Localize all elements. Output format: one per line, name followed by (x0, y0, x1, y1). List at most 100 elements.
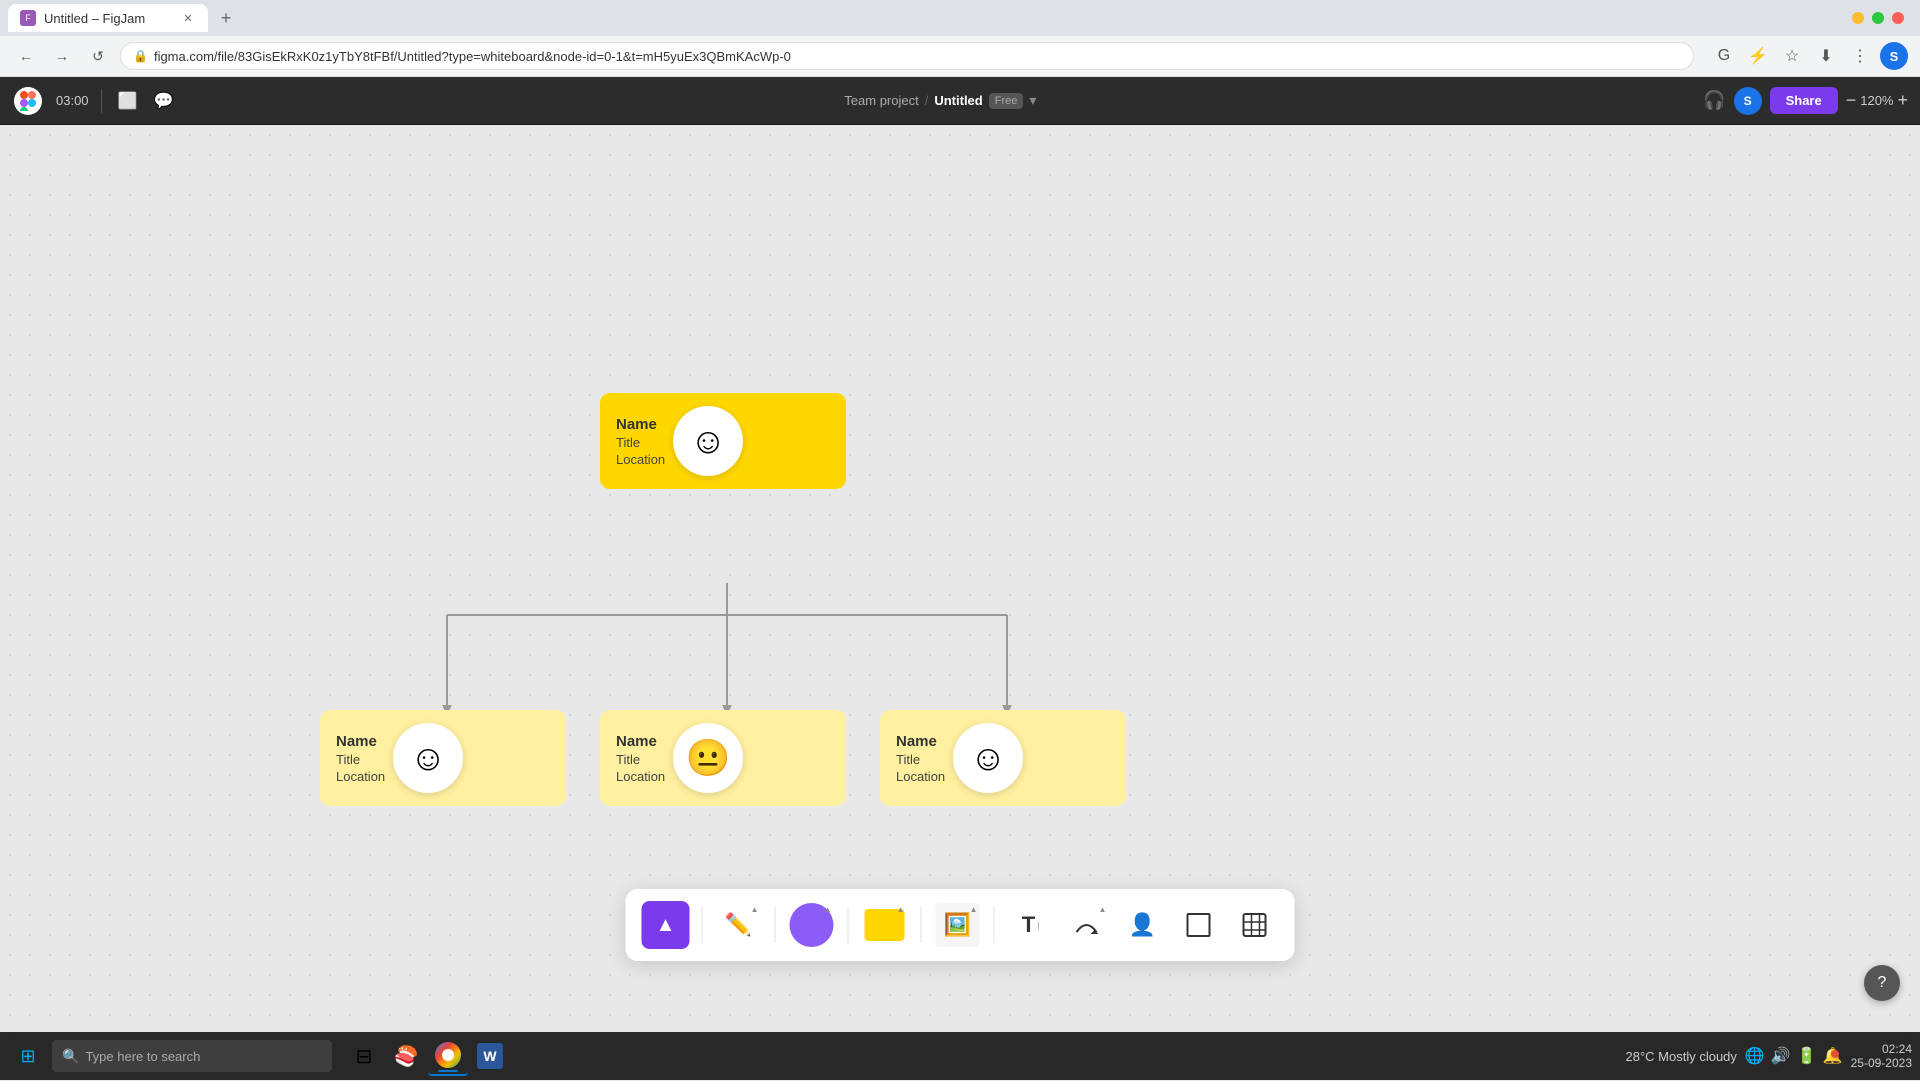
canvas-icon[interactable]: ⬜ (114, 87, 142, 115)
profile-avatar[interactable]: S (1880, 42, 1908, 70)
zoom-control[interactable]: − 120% + (1846, 90, 1908, 111)
taskbar-search-icon: 🔍 (62, 1048, 79, 1065)
taskbar-item-word[interactable]: W (470, 1036, 510, 1076)
notification-icon[interactable]: 🔔 (1823, 1046, 1843, 1066)
table-icon (1242, 912, 1268, 938)
org-card-left-text: Name Title Location (336, 733, 385, 784)
root-location: Location (616, 452, 665, 467)
select-tool[interactable]: ▲ (642, 901, 690, 949)
taskbar-right: 28°C Mostly cloudy 🌐 🔊 🔋 🔔 02:24 25-09-2… (1626, 1042, 1913, 1070)
connector-tool[interactable]: ▲ (1063, 901, 1111, 949)
circle-shape-tool[interactable]: ▲ (788, 901, 836, 949)
share-button[interactable]: Share (1770, 87, 1838, 114)
right-smiley-icon: ☺ (970, 737, 1007, 779)
root-title: Title (616, 435, 665, 450)
bookmark-icon[interactable]: ☆ (1778, 42, 1806, 70)
volume-icon[interactable]: 🔊 (1771, 1046, 1791, 1066)
taskbar-item-sushi[interactable]: 🍣 (386, 1036, 426, 1076)
url-text: figma.com/file/83GisEkRxK0z1yTbY8tFBf/Un… (154, 49, 1681, 64)
taskbar-time-display: 02:24 (1882, 1042, 1912, 1056)
task-view-icon: ⊟ (356, 1044, 373, 1069)
circle-expand-icon: ▲ (824, 905, 832, 914)
pen-tool[interactable]: ✏️ ▲ (715, 901, 763, 949)
figma-logo-image (14, 87, 42, 115)
middle-smiley-icon: 😐 (686, 737, 731, 779)
root-smiley-icon: ☺ (690, 420, 727, 462)
frame-icon (1187, 913, 1211, 937)
start-button[interactable]: ⊞ (8, 1036, 48, 1076)
text-tool[interactable]: T | (1007, 901, 1055, 949)
toolbar-divider-2 (775, 907, 776, 943)
frame-tool[interactable] (1175, 901, 1223, 949)
active-tab[interactable]: F Untitled – FigJam ✕ (8, 4, 208, 32)
zoom-level: 120% (1860, 93, 1893, 108)
reload-button[interactable]: ↺ (84, 42, 112, 70)
breadcrumb-file[interactable]: Untitled (934, 93, 982, 108)
chat-icon[interactable]: 💬 (150, 87, 178, 115)
tab-title: Untitled – FigJam (44, 11, 145, 26)
left-title: Title (336, 752, 385, 767)
close-window-button[interactable] (1892, 12, 1904, 24)
tab-close-button[interactable]: ✕ (180, 10, 196, 26)
google-icon[interactable]: G (1710, 42, 1738, 70)
org-card-child-left[interactable]: Name Title Location ☺ (320, 710, 566, 806)
taskbar-search-placeholder: Type here to search (85, 1049, 200, 1064)
extensions-icon[interactable]: ⚡ (1744, 42, 1772, 70)
taskbar-item-chrome[interactable] (428, 1036, 468, 1076)
sticker-tool[interactable]: 🖼️ ▲ (934, 901, 982, 949)
battery-icon[interactable]: 🔋 (1797, 1046, 1817, 1066)
timer-display: 03:00 (56, 93, 89, 108)
root-avatar: ☺ (673, 406, 743, 476)
taskbar-pinned-items: ⊟ 🍣 W (344, 1036, 510, 1076)
toolbar-divider-4 (921, 907, 922, 943)
windows-logo-icon: ⊞ (20, 1046, 35, 1067)
zoom-minus-icon[interactable]: − (1846, 90, 1857, 111)
help-button[interactable]: ? (1864, 965, 1900, 1001)
table-tool[interactable] (1231, 901, 1279, 949)
network-icon[interactable]: 🌐 (1745, 1046, 1765, 1066)
weather-text: 28°C Mostly cloudy (1626, 1049, 1737, 1064)
right-avatar: ☺ (953, 723, 1023, 793)
org-card-root-text: Name Title Location (616, 416, 665, 467)
toolbar-divider-1 (702, 907, 703, 943)
active-indicator (438, 1070, 458, 1072)
tab-bar: F Untitled – FigJam ✕ + (0, 0, 1920, 36)
maximize-button[interactable] (1872, 12, 1884, 24)
user-avatar[interactable]: S (1734, 87, 1762, 115)
person-tool[interactable]: 👤 (1119, 901, 1167, 949)
toolbar-divider-5 (994, 907, 995, 943)
taskbar-search-box[interactable]: 🔍 Type here to search (52, 1040, 332, 1072)
word-icon: W (477, 1043, 503, 1069)
taskbar-datetime: 02:24 25-09-2023 (1851, 1042, 1912, 1070)
figma-canvas[interactable]: Name Title Location ☺ Name Title Locatio… (0, 125, 1920, 1081)
rect-expand-icon: ▲ (897, 905, 905, 914)
breadcrumb-project[interactable]: Team project (844, 93, 918, 108)
figma-logo[interactable] (12, 85, 44, 117)
window-controls (1852, 12, 1912, 24)
download-icon[interactable]: ⬇ (1812, 42, 1840, 70)
dropdown-arrow-icon[interactable]: ▾ (1029, 92, 1036, 109)
middle-title: Title (616, 752, 665, 767)
sushi-icon: 🍣 (394, 1044, 419, 1069)
minimize-button[interactable] (1852, 12, 1864, 24)
rect-shape-tool[interactable]: ▲ (861, 901, 909, 949)
org-card-middle-text: Name Title Location (616, 733, 665, 784)
headphones-icon[interactable]: 🎧 (1703, 90, 1725, 111)
forward-button[interactable]: → (48, 42, 76, 70)
org-card-root[interactable]: Name Title Location ☺ (600, 393, 846, 489)
url-bar[interactable]: 🔒 figma.com/file/83GisEkRxK0z1yTbY8tFBf/… (120, 42, 1694, 70)
middle-name: Name (616, 733, 665, 750)
lock-icon: 🔒 (133, 49, 148, 63)
left-name: Name (336, 733, 385, 750)
toolbar-center: Team project / Untitled Free ▾ (186, 92, 1696, 109)
pen-icon: ✏️ (725, 912, 752, 938)
browser-chrome: F Untitled – FigJam ✕ + ← → ↺ 🔒 figma.co… (0, 0, 1920, 77)
zoom-plus-icon[interactable]: + (1897, 90, 1908, 111)
back-button[interactable]: ← (12, 42, 40, 70)
org-card-child-middle[interactable]: Name Title Location 😐 (600, 710, 846, 806)
new-tab-button[interactable]: + (212, 4, 240, 32)
settings-icon[interactable]: ⋮ (1846, 42, 1874, 70)
org-card-child-right[interactable]: Name Title Location ☺ (880, 710, 1126, 806)
taskbar-item-view[interactable]: ⊟ (344, 1036, 384, 1076)
notification-badge (1831, 1050, 1839, 1058)
